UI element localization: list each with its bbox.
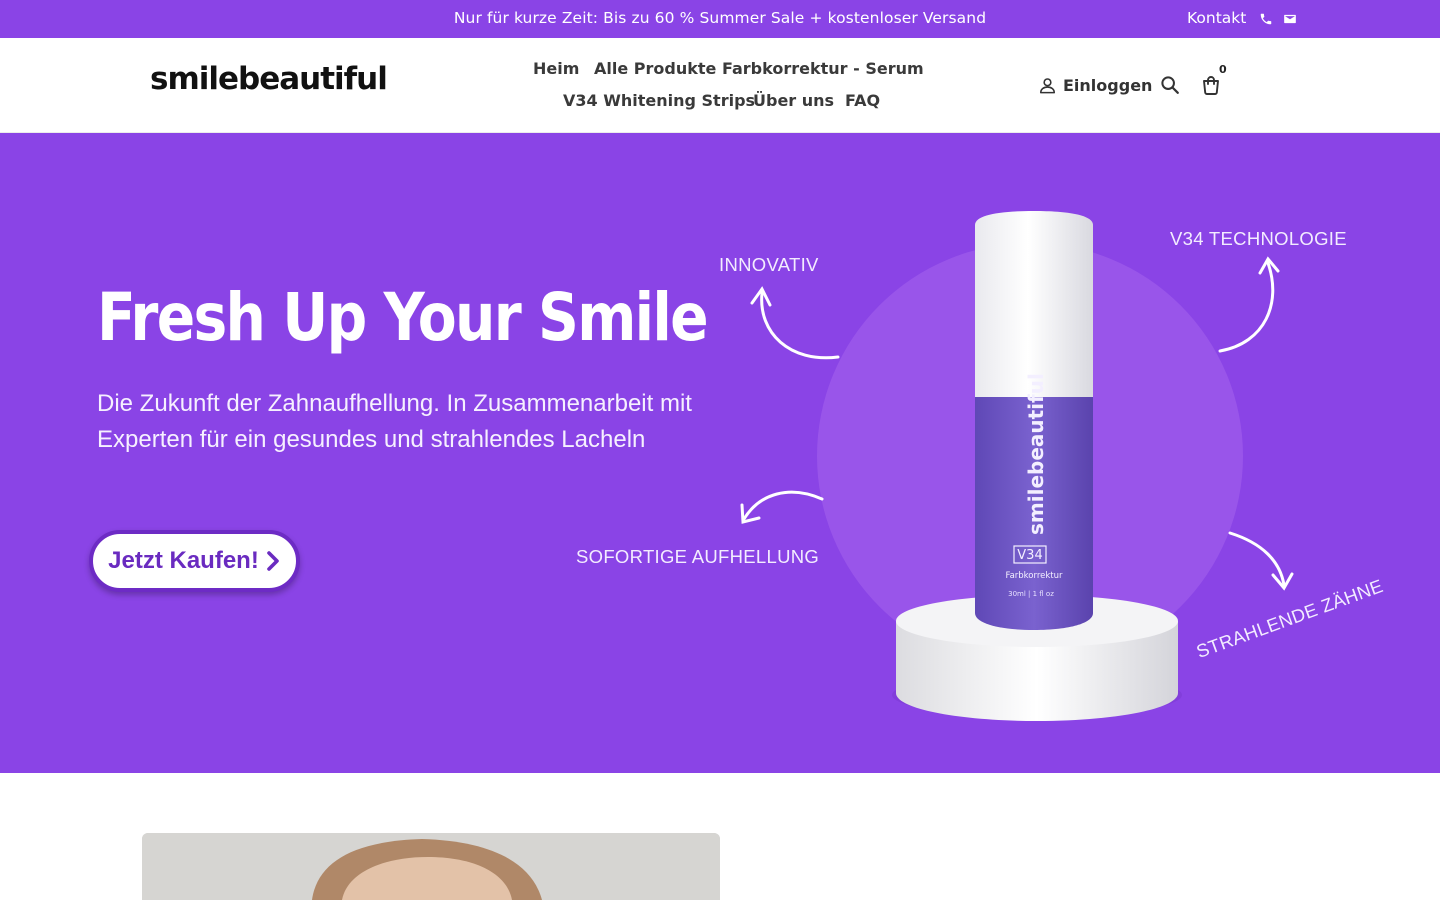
announcement-bar: Nur für kurze Zeit: Bis zu 60 % Summer S… [0, 0, 1440, 38]
login-link[interactable]: Einloggen [1038, 74, 1152, 96]
arrow-innovativ [750, 286, 840, 360]
nav-item-heim[interactable]: Heim [533, 59, 579, 78]
phone-icon[interactable] [1259, 12, 1273, 26]
site-header: smilebeautiful Heim Alle Produkte Farbko… [0, 38, 1440, 133]
user-icon [1039, 77, 1056, 93]
nav-item-v34-whitening-strips[interactable]: V34 Whitening Strips [563, 91, 755, 110]
bottle-size: 30ml | 1 fl oz [1008, 590, 1054, 598]
nav-item-farbkorrektur-serum[interactable]: Farbkorrektur - Serum [722, 59, 924, 78]
cart-icon[interactable] [1199, 73, 1223, 97]
cart-count-badge: 0 [1219, 63, 1227, 76]
contact-link[interactable]: Kontakt [1187, 9, 1246, 27]
arrow-v34-technologie [1218, 256, 1280, 353]
model-portrait-graphic [142, 833, 720, 900]
arrow-sofortige-aufhellung [740, 490, 824, 524]
bottle-brand: smilebeautiful [1024, 373, 1048, 535]
bottle-model: V34 [1017, 548, 1042, 563]
nav-item-alle-produkte[interactable]: Alle Produkte [594, 59, 716, 78]
arrow-strahlende-zaehne [1228, 531, 1294, 591]
logo[interactable]: smilebeautiful [150, 61, 388, 97]
login-label: Einloggen [1063, 75, 1153, 95]
nav-item-ueber-uns[interactable]: Über uns [753, 91, 834, 110]
nav-item-faq[interactable]: FAQ [845, 91, 880, 110]
model-portrait-image [142, 833, 720, 900]
mail-icon[interactable] [1283, 12, 1297, 26]
product-illustration: smilebeautiful V34 Farbkorrektur 30ml | … [740, 211, 1294, 721]
bottle-product-name: Farbkorrektur [1005, 571, 1063, 581]
search-icon[interactable] [1159, 74, 1181, 96]
hero-banner[interactable]: Fresh Up Your Smile Die Zukunft der Zahn… [0, 133, 1440, 773]
